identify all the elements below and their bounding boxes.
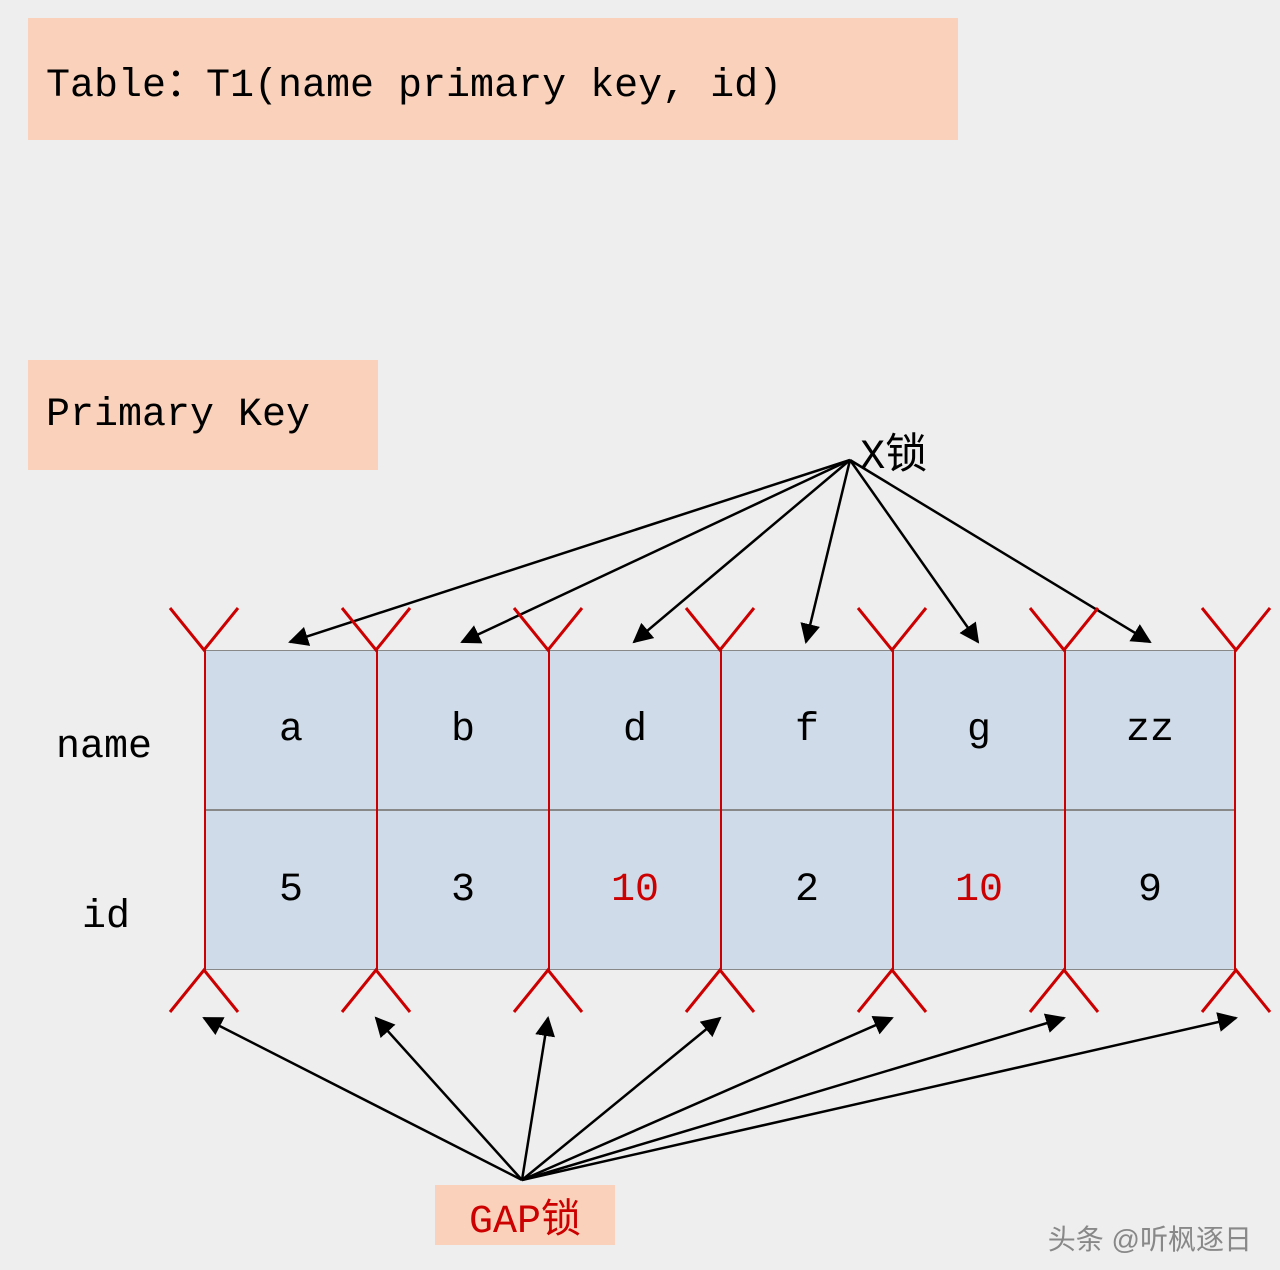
watermark-text: 头条 @听枫逐日 [1048, 1218, 1252, 1258]
x-lock-label: X锁 [860, 420, 927, 481]
name-cell: g [894, 650, 1064, 810]
primary-key-text: Primary Key [46, 393, 310, 438]
id-cell: 10 [550, 810, 720, 970]
table-definition-box: Table：T1(name primary key, id) [28, 18, 958, 140]
id-cell: 9 [1066, 810, 1234, 970]
name-cell: a [206, 650, 376, 810]
index-column: f2 [720, 650, 892, 970]
name-cell: b [378, 650, 548, 810]
index-column: g10 [892, 650, 1064, 970]
id-cell: 2 [722, 810, 892, 970]
index-column: b3 [376, 650, 548, 970]
id-cell: 10 [894, 810, 1064, 970]
id-cell: 5 [206, 810, 376, 970]
name-cell: zz [1066, 650, 1234, 810]
arrow-overlay [0, 0, 1280, 1270]
index-table: a5b3d10f2g10zz9 [204, 650, 1236, 970]
table-definition-text: Table：T1(name primary key, id) [46, 50, 782, 109]
index-column: d10 [548, 650, 720, 970]
id-cell: 3 [378, 810, 548, 970]
row-header-id: id [82, 895, 130, 940]
name-cell: d [550, 650, 720, 810]
index-column: zz9 [1064, 650, 1236, 970]
primary-key-box: Primary Key [28, 360, 378, 470]
name-cell: f [722, 650, 892, 810]
index-column: a5 [204, 650, 376, 970]
gap-lock-label: GAP锁 [435, 1185, 615, 1245]
row-header-name: name [56, 725, 152, 770]
